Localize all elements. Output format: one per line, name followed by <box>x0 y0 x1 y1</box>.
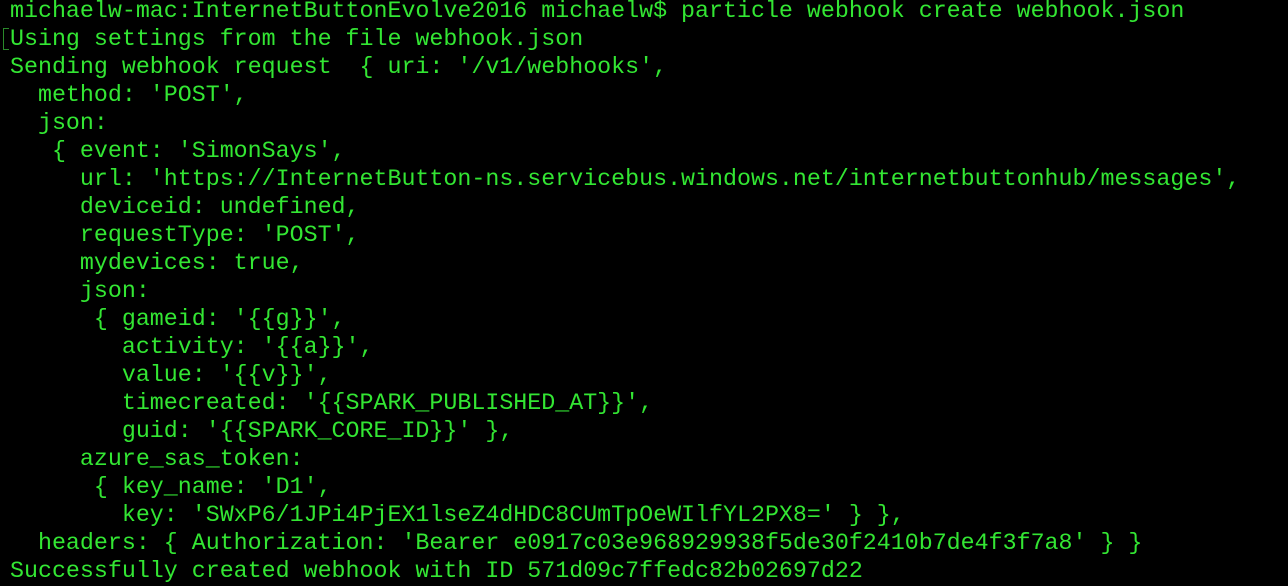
terminal-line: deviceid: undefined, <box>10 194 360 220</box>
terminal-line: mydevices: true, <box>10 250 304 276</box>
terminal-line: json: <box>10 110 108 136</box>
terminal-line: guid: '{{SPARK_CORE_ID}}' }, <box>10 418 514 444</box>
terminal-line: requestType: 'POST', <box>10 222 360 248</box>
terminal-line: value: '{{v}}', <box>10 362 332 388</box>
terminal-output: michaelw-mac:InternetButtonEvolve2016 mi… <box>10 0 1240 585</box>
terminal-line: activity: '{{a}}', <box>10 334 374 360</box>
terminal-line: { key_name: 'D1', <box>10 474 332 500</box>
terminal-line: Using settings from the file webhook.jso… <box>10 26 584 52</box>
terminal-line: key: 'SWxP6/1JPi4PjEX1lseZ4dHDC8CUmTpOeW… <box>10 502 905 528</box>
terminal-line: json: <box>10 278 150 304</box>
terminal-line: { event: 'SimonSays', <box>10 138 346 164</box>
terminal-line-success: Successfully created webhook with ID 571… <box>10 558 863 584</box>
terminal-line: Sending webhook request { uri: '/v1/webh… <box>10 54 668 80</box>
terminal-line: headers: { Authorization: 'Bearer e0917c… <box>10 530 1143 556</box>
terminal-line: method: 'POST', <box>10 82 248 108</box>
terminal-line: timecreated: '{{SPARK_PUBLISHED_AT}}', <box>10 390 654 416</box>
terminal-line: url: 'https://InternetButton-ns.serviceb… <box>10 166 1241 192</box>
terminal-line: azure_sas_token: <box>10 446 304 472</box>
cursor-marker <box>3 28 9 50</box>
terminal-window[interactable]: michaelw-mac:InternetButtonEvolve2016 mi… <box>0 0 1288 586</box>
terminal-line-command: michaelw-mac:InternetButtonEvolve2016 mi… <box>10 0 1185 24</box>
terminal-line: { gameid: '{{g}}', <box>10 306 346 332</box>
